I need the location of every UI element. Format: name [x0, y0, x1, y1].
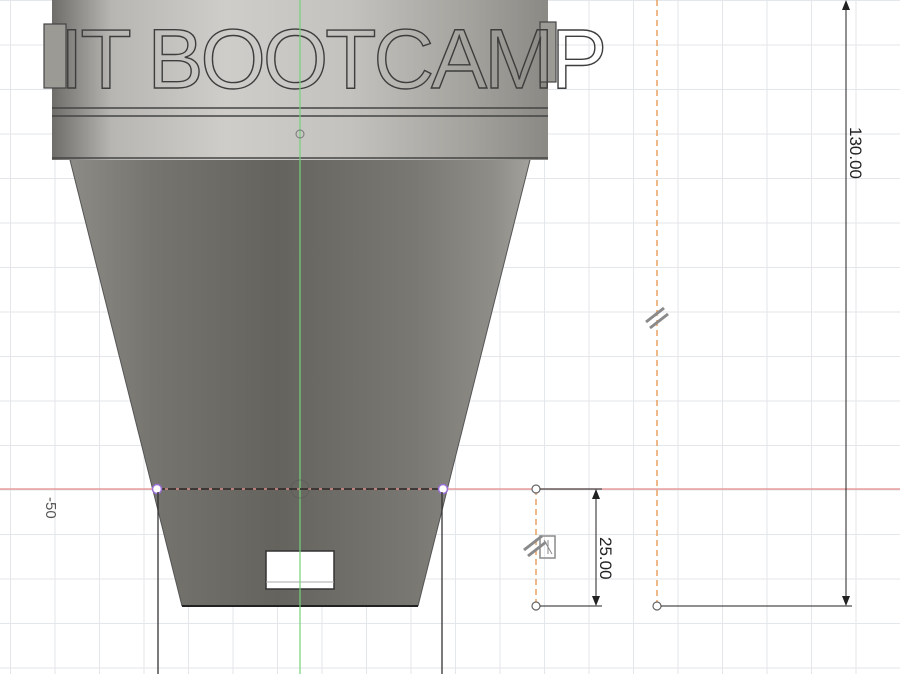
sketch-canvas[interactable]: IT BOOTCAMP 25.00 130.00 -50	[0, 0, 900, 674]
axis-label-neg50: -50	[42, 497, 59, 519]
construction-point-a[interactable]	[531, 484, 541, 494]
endpoint-right[interactable]	[437, 483, 449, 495]
embossed-text: IT BOOTCAMP	[60, 12, 604, 106]
endpoint-left[interactable]	[151, 483, 163, 495]
dimension-25[interactable]: 25.00	[540, 488, 615, 607]
dimension-130[interactable]: 130.00	[661, 0, 865, 607]
canvas-viewport[interactable]: IT BOOTCAMP 25.00 130.00 -50	[0, 0, 900, 674]
construction-point-b[interactable]	[531, 601, 541, 611]
parallel-constraint-icon-2[interactable]	[523, 534, 556, 559]
dimension-25-label[interactable]: 25.00	[596, 537, 615, 580]
dimension-130-label[interactable]: 130.00	[846, 127, 865, 179]
construction-point-c[interactable]	[652, 601, 662, 611]
